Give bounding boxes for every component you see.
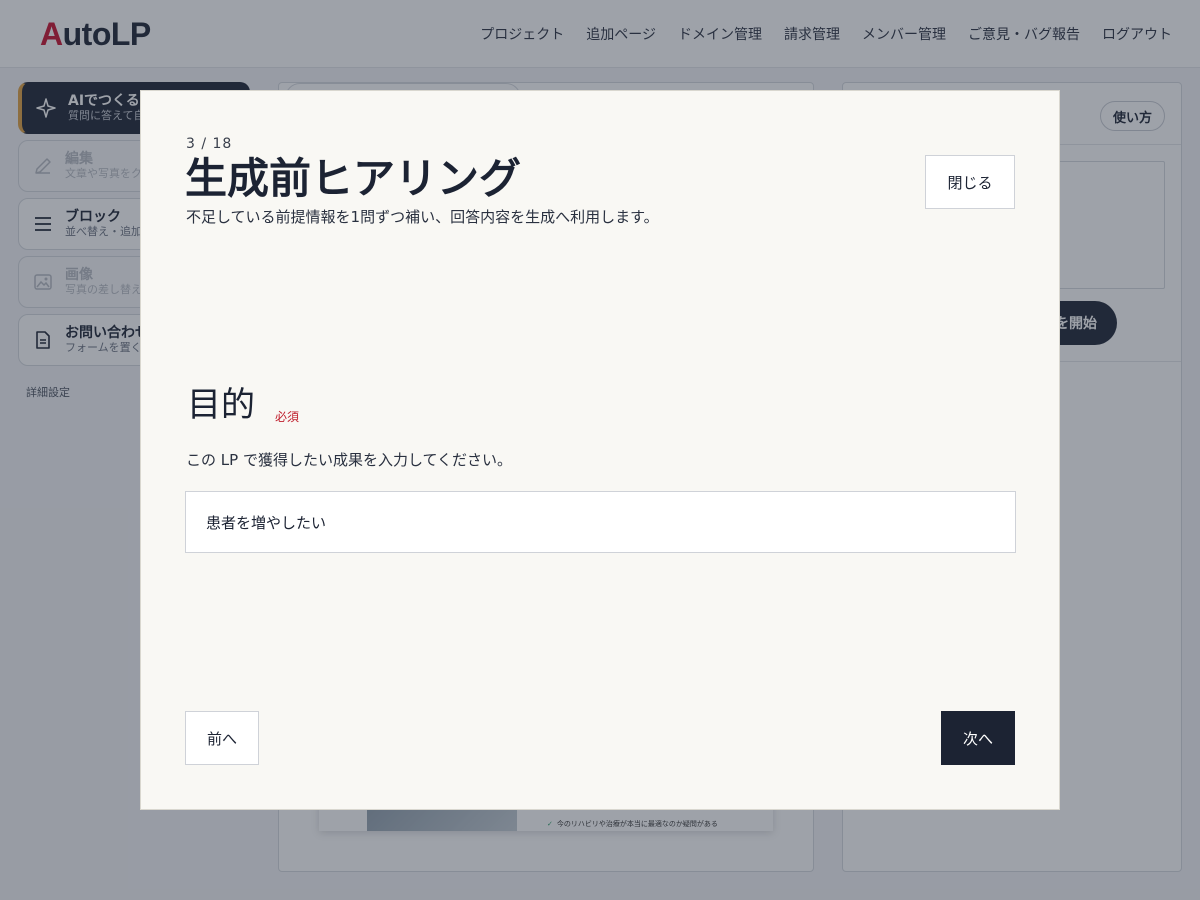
step-counter: 3 / 18	[186, 136, 233, 152]
modal-description: 不足している前提情報を1問ずつ補い、回答内容を生成へ利用します。	[186, 208, 659, 226]
purpose-input[interactable]	[185, 491, 1016, 553]
question-help-text: この LP で獲得したい成果を入力してください。	[186, 451, 513, 469]
pre-generation-hearing-modal: 3 / 18 生成前ヒアリング 不足している前提情報を1問ずつ補い、回答内容を生…	[140, 90, 1060, 810]
modal-title: 生成前ヒアリング	[185, 154, 522, 203]
required-badge: 必須	[275, 410, 300, 424]
close-button[interactable]: 閉じる	[925, 155, 1015, 209]
question-label: 目的	[187, 385, 255, 425]
next-button[interactable]: 次へ	[941, 711, 1015, 765]
previous-button[interactable]: 前へ	[185, 711, 259, 765]
